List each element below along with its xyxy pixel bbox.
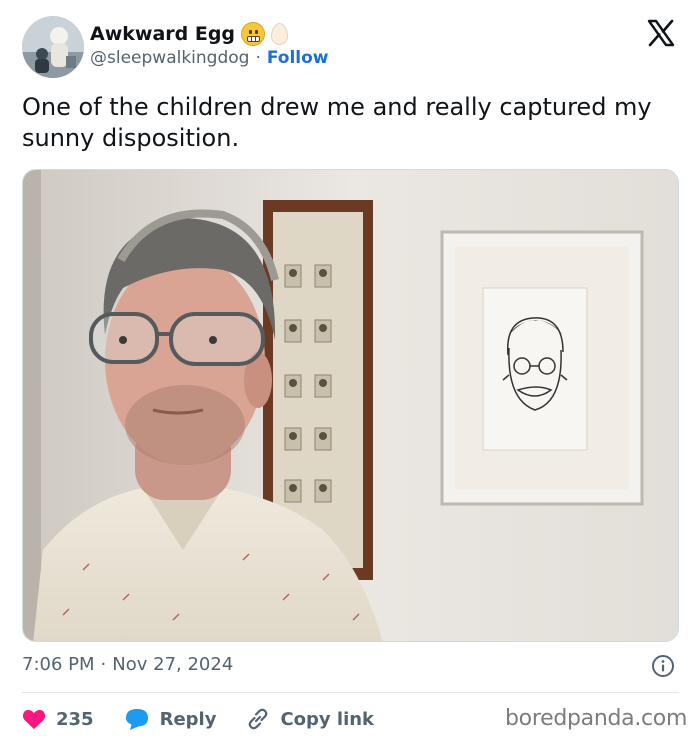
like-count: 235 xyxy=(56,708,94,730)
photo-framed-drawing xyxy=(440,230,644,506)
author-avatar[interactable] xyxy=(22,16,84,78)
action-bar: 235 Reply Copy link xyxy=(22,704,404,734)
egg-emoji-icon xyxy=(271,23,289,45)
author-handle-row: @sleepwalkingdog · Follow xyxy=(90,48,329,68)
info-icon[interactable] xyxy=(651,654,675,678)
author-handle[interactable]: @sleepwalkingdog xyxy=(90,48,249,68)
reply-label: Reply xyxy=(159,708,217,730)
handle-separator: · xyxy=(255,48,261,68)
heart-icon xyxy=(22,709,46,729)
reply-bubble-icon xyxy=(125,709,148,730)
follow-button[interactable]: Follow xyxy=(267,48,329,68)
tweet-timestamp[interactable]: 7:06 PM · Nov 27, 2024 xyxy=(22,654,233,675)
tweet-text: One of the children drew me and really c… xyxy=(22,93,652,152)
tweet-photo[interactable] xyxy=(22,169,679,642)
grimace-emoji-icon xyxy=(241,22,266,46)
author-name[interactable]: Awkward Egg xyxy=(90,23,235,45)
x-logo-icon[interactable] xyxy=(646,18,676,48)
author-name-row: Awkward Egg xyxy=(90,20,289,48)
like-button[interactable]: 235 xyxy=(22,708,94,730)
timestamp-separator: · xyxy=(100,654,107,675)
link-icon xyxy=(249,708,268,730)
tweet-date: Nov 27, 2024 xyxy=(112,654,234,675)
divider xyxy=(22,692,679,693)
tweet-time: 7:06 PM xyxy=(22,654,95,675)
tweet-card: Awkward Egg @sleepwalkingdog · Follow On… xyxy=(0,0,700,746)
copy-link-button[interactable]: Copy link xyxy=(246,707,374,731)
copy-link-label: Copy link xyxy=(280,708,375,730)
reply-button[interactable]: Reply xyxy=(124,707,217,731)
watermark: boredpanda.com xyxy=(505,706,688,731)
